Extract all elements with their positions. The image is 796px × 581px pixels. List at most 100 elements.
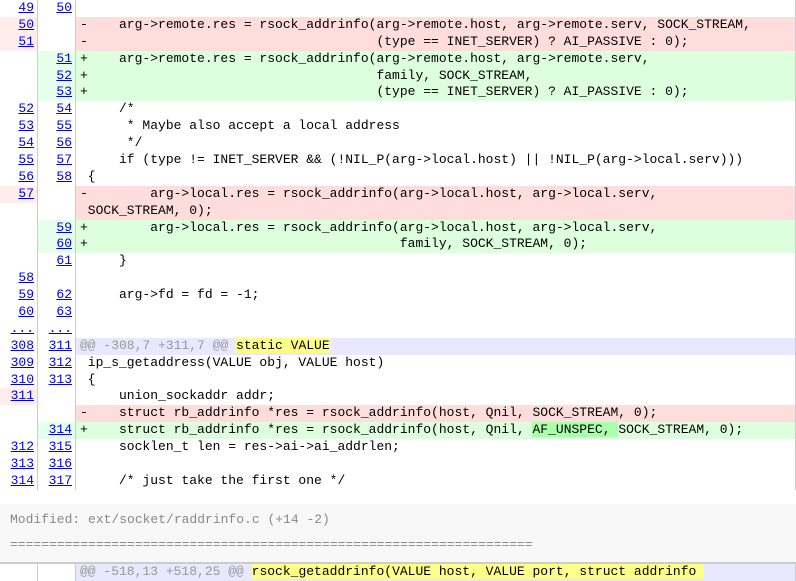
line-link[interactable]: 50 <box>18 17 34 32</box>
line-old[interactable]: 59 <box>0 287 38 304</box>
line-link[interactable]: 52 <box>18 101 34 116</box>
diff-content: arg->fd = fd = -1; <box>76 287 796 304</box>
line-old[interactable]: 50 <box>0 17 38 34</box>
line-new[interactable]: 317 <box>38 473 76 490</box>
line-link[interactable]: 59 <box>56 220 72 235</box>
line-link[interactable]: 59 <box>18 287 34 302</box>
hunk-fn: static VALUE <box>236 338 330 353</box>
line-new[interactable]: 311 <box>38 338 76 355</box>
line-old[interactable]: 310 <box>0 372 38 389</box>
diff-row: 51+ arg->remote.res = rsock_addrinfo(arg… <box>0 51 796 68</box>
line-old[interactable]: 313 <box>0 456 38 473</box>
line-old[interactable]: 52 <box>0 101 38 118</box>
line-new[interactable]: 50 <box>38 0 76 17</box>
line-link[interactable]: 55 <box>18 152 34 167</box>
line-link[interactable]: 312 <box>11 439 34 454</box>
line-new <box>38 564 76 581</box>
diff-row: 61 } <box>0 253 796 270</box>
line-new[interactable]: 58 <box>38 169 76 186</box>
line-new[interactable]: 52 <box>38 68 76 85</box>
line-link[interactable]: 51 <box>18 34 34 49</box>
line-link[interactable]: 312 <box>49 355 72 370</box>
line-old[interactable]: 49 <box>0 0 38 17</box>
line-old[interactable]: 57 <box>0 186 38 203</box>
line-new[interactable]: 51 <box>38 51 76 68</box>
line-link[interactable]: 56 <box>18 169 34 184</box>
line-link[interactable]: 54 <box>18 135 34 150</box>
line-old[interactable]: 60 <box>0 304 38 321</box>
line-old-ellipsis[interactable]: ... <box>0 321 38 338</box>
diff-content: + family, SOCK_STREAM, <box>76 68 796 85</box>
line-link[interactable]: 309 <box>11 355 34 370</box>
line-new[interactable]: 61 <box>38 253 76 270</box>
diff-row: 59 62 arg->fd = fd = -1; <box>0 287 796 304</box>
line-link[interactable]: 313 <box>11 456 34 471</box>
line-old <box>0 253 38 270</box>
line-new[interactable]: 56 <box>38 135 76 152</box>
line-link[interactable]: 54 <box>56 101 72 116</box>
line-new[interactable]: 63 <box>38 304 76 321</box>
line-old[interactable]: 53 <box>0 118 38 135</box>
line-link[interactable]: 56 <box>56 135 72 150</box>
line-new[interactable]: 315 <box>38 439 76 456</box>
line-link[interactable]: 61 <box>56 253 72 268</box>
line-new[interactable]: 55 <box>38 118 76 135</box>
line-old[interactable]: 51 <box>0 34 38 51</box>
line-new[interactable]: 314 <box>38 422 76 439</box>
line-link[interactable]: 60 <box>56 236 72 251</box>
line-link[interactable]: 51 <box>56 51 72 66</box>
line-link[interactable]: 315 <box>49 439 72 454</box>
line-link[interactable]: 53 <box>18 118 34 133</box>
line-link[interactable]: 62 <box>56 287 72 302</box>
line-old[interactable]: 58 <box>0 270 38 287</box>
line-new[interactable]: 316 <box>38 456 76 473</box>
line-link[interactable]: 310 <box>11 372 34 387</box>
line-old[interactable]: 314 <box>0 473 38 490</box>
line-link[interactable]: 50 <box>56 0 72 15</box>
line-old[interactable]: 308 <box>0 338 38 355</box>
line-link[interactable]: 57 <box>56 152 72 167</box>
diff-content: - struct rb_addrinfo *res = rsock_addrin… <box>76 405 796 422</box>
diff-row: 5456 */ <box>0 135 796 152</box>
line-link[interactable]: 313 <box>49 372 72 387</box>
added-span: AF_UNSPEC, <box>532 422 618 437</box>
line-link[interactable]: 316 <box>49 456 72 471</box>
line-old[interactable]: 311 <box>0 388 38 405</box>
hunk-header-row: @@ -518,13 +518,25 @@ rsock_getaddrinfo(… <box>0 564 796 581</box>
line-old[interactable]: 309 <box>0 355 38 372</box>
line-old[interactable]: 55 <box>0 152 38 169</box>
line-old <box>0 405 38 422</box>
line-link[interactable]: 58 <box>56 169 72 184</box>
line-old <box>0 51 38 68</box>
line-link[interactable]: 311 <box>11 388 34 403</box>
line-link[interactable]: 60 <box>18 304 34 319</box>
line-link[interactable]: 314 <box>11 473 34 488</box>
line-old[interactable]: 312 <box>0 439 38 456</box>
line-new[interactable]: 62 <box>38 287 76 304</box>
line-new <box>38 34 76 51</box>
line-link[interactable]: 314 <box>49 422 72 437</box>
line-link[interactable]: 58 <box>18 270 34 285</box>
diff-row: - struct rb_addrinfo *res = rsock_addrin… <box>0 405 796 422</box>
line-link[interactable]: 52 <box>56 68 72 83</box>
line-new[interactable]: 54 <box>38 101 76 118</box>
diff-content: - arg->local.res = rsock_addrinfo(arg->l… <box>76 186 796 203</box>
line-old[interactable]: 54 <box>0 135 38 152</box>
line-new[interactable]: 57 <box>38 152 76 169</box>
line-old[interactable]: 56 <box>0 169 38 186</box>
diff-content: - arg->remote.res = rsock_addrinfo(arg->… <box>76 17 796 34</box>
line-new[interactable]: 59 <box>38 220 76 237</box>
line-new[interactable]: 60 <box>38 236 76 253</box>
line-new[interactable]: 53 <box>38 84 76 101</box>
line-link[interactable]: 55 <box>56 118 72 133</box>
line-new[interactable]: 312 <box>38 355 76 372</box>
line-link[interactable]: 49 <box>18 0 34 15</box>
line-new[interactable]: 313 <box>38 372 76 389</box>
line-link[interactable]: 53 <box>56 84 72 99</box>
line-link[interactable]: 57 <box>18 186 34 201</box>
line-new <box>38 405 76 422</box>
line-link[interactable]: 317 <box>49 473 72 488</box>
line-new-ellipsis[interactable]: ... <box>38 321 76 338</box>
line-link[interactable]: 63 <box>56 304 72 319</box>
hunk-header-row: 308 311 @@ -308,7 +311,7 @@ static VALUE <box>0 338 796 355</box>
